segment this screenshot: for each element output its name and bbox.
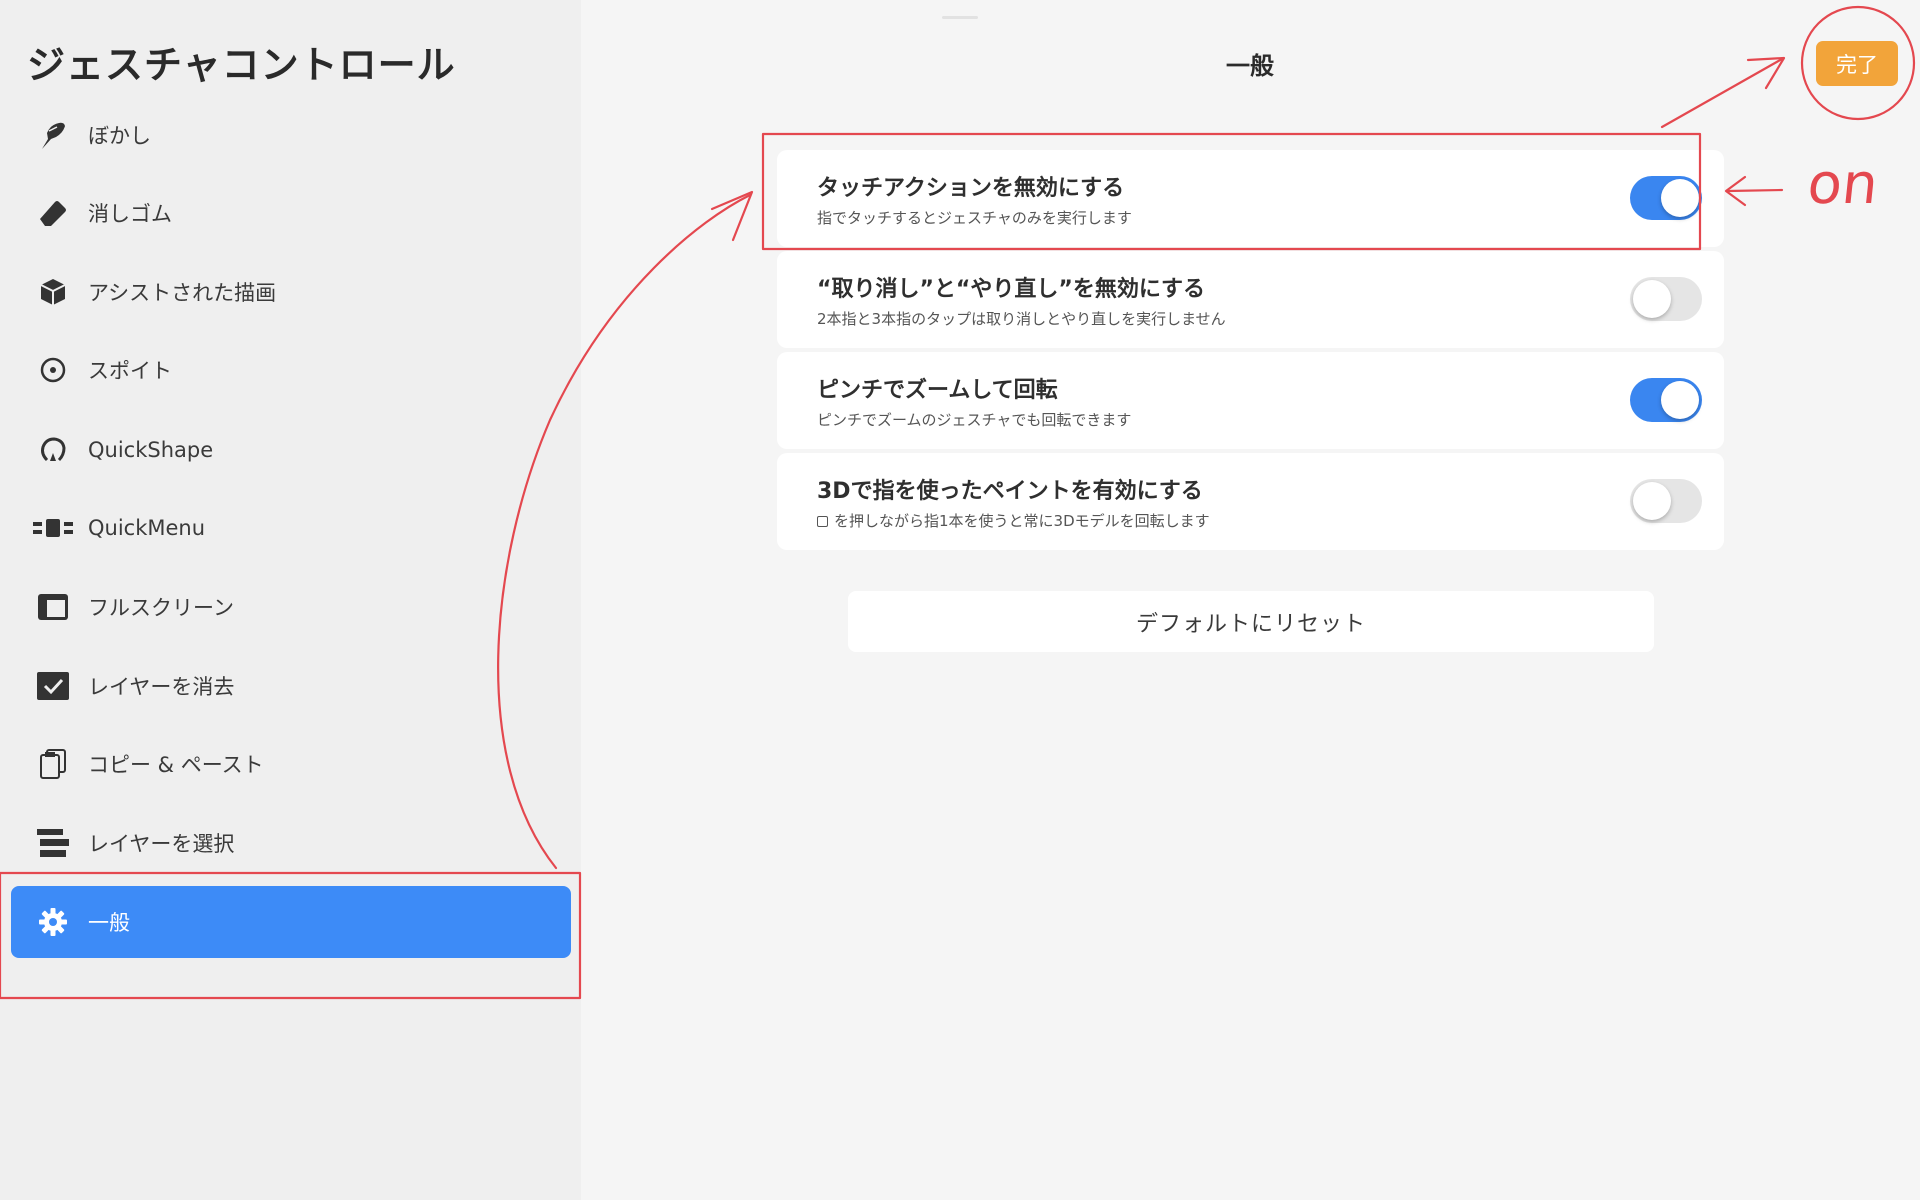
annotation-arrow-to-done	[1660, 57, 1784, 129]
annotation-curve-arrow	[497, 193, 752, 870]
annotation-overlay	[0, 5, 1916, 1000]
annotation-arrow-on	[1726, 188, 1784, 193]
annotation-arrowhead-done	[1746, 56, 1786, 90]
annotation-arrowhead-curve	[710, 190, 754, 242]
annotation-on-label: on	[1804, 152, 1882, 217]
annotation-circle-done	[1800, 5, 1916, 121]
annotation-box-touch-setting	[761, 132, 1702, 251]
annotation-box-general	[0, 871, 582, 1000]
